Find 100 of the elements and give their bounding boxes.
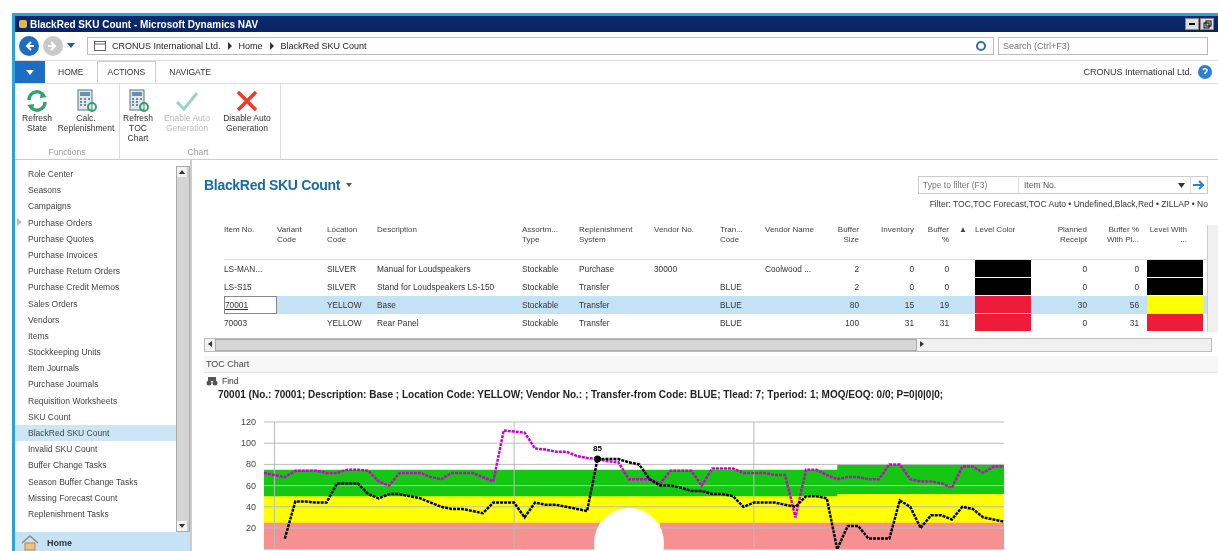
menu-button[interactable] xyxy=(15,61,45,83)
company-name: CRONUS International Ltd. xyxy=(1083,67,1192,77)
breadcrumb[interactable]: BlackRed SKU Count xyxy=(280,41,367,51)
nav-item[interactable]: Requisition Worksheets xyxy=(15,392,176,409)
home-button[interactable]: Home xyxy=(15,532,190,551)
column-header[interactable]: Assortm... Type xyxy=(522,225,579,245)
filter-field[interactable]: Type to filter (F3) xyxy=(918,176,1018,194)
nav-item[interactable]: Campaigns xyxy=(15,198,176,215)
ribbon-tab[interactable]: ACTIONS xyxy=(96,61,157,83)
ribbon-tab[interactable]: NAVIGATE xyxy=(158,61,222,83)
nav-item[interactable]: Sales Orders xyxy=(15,295,176,312)
nav-item[interactable]: Season Buffer Change Tasks xyxy=(15,473,176,490)
column-header[interactable]: Replenishment System xyxy=(579,225,654,245)
scroll-left-icon[interactable] xyxy=(205,339,215,350)
ribbon-action[interactable]: Disable Auto Generation xyxy=(218,88,276,144)
ribbon-action[interactable]: Refresh TOC Chart xyxy=(120,88,156,144)
nav-item[interactable]: Items xyxy=(15,327,176,345)
axis-tick-label: 40 xyxy=(246,501,256,512)
ribbon-action[interactable]: Calc. Replenishment xyxy=(57,88,115,134)
nav-item[interactable]: Role Center xyxy=(15,166,176,183)
apply-filter-button[interactable] xyxy=(1190,176,1208,194)
nav-item[interactable]: Stockkeeping Units xyxy=(15,344,176,361)
refresh-icon[interactable] xyxy=(975,40,987,52)
search-field[interactable]: Search (Ctrl+F3) xyxy=(998,37,1208,55)
chevron-icon xyxy=(268,42,275,50)
caret-icon xyxy=(1178,182,1185,188)
minimize-button[interactable] xyxy=(1185,18,1199,30)
data-label: 85 xyxy=(593,444,602,463)
column-header[interactable]: Item No. xyxy=(224,225,277,235)
minimize-icon xyxy=(1189,23,1195,25)
caret-icon xyxy=(26,69,34,75)
caret-icon[interactable] xyxy=(346,183,353,187)
breadcrumb[interactable]: CRONUS International Ltd. xyxy=(112,41,221,51)
table-row[interactable]: LS-S15 SILVER Stand for Loudspeakers LS-150 Stockable Transfer BLUE 2 0 0 0 0 xyxy=(224,278,1207,297)
address-field[interactable]: CRONUS International Ltd. Home BlackRed SKU Count xyxy=(87,37,994,55)
window-title: BlackRed SKU Count - Microsoft Dynamics NAV xyxy=(30,18,260,30)
nav-item[interactable]: Invalid SKU Count xyxy=(15,441,176,458)
binoculars-icon xyxy=(206,376,218,386)
nav-item[interactable]: Purchase Orders xyxy=(15,214,176,231)
scrollbar[interactable] xyxy=(1207,225,1218,333)
table-row[interactable]: LS-MAN... SILVER Manual for Loudspeakers Stockable Purchase 30000 Coolwood ... 2 0 0 0 0 xyxy=(224,260,1207,279)
column-header[interactable]: Variant Code xyxy=(277,225,327,245)
annotation: 85 xyxy=(593,444,603,454)
scrollbar[interactable] xyxy=(176,166,190,532)
scroll-up-icon[interactable] xyxy=(177,167,187,177)
nav-item[interactable]: BlackRed SKU Count xyxy=(15,425,176,442)
breadcrumb[interactable]: Home xyxy=(238,41,263,51)
app-icon xyxy=(19,20,27,28)
column-header[interactable]: Level Color xyxy=(975,225,1037,235)
nav-item[interactable]: Purchase Invoices xyxy=(15,246,176,264)
column-header[interactable]: Vendor Name xyxy=(765,225,827,235)
column-header[interactable]: ▲ xyxy=(957,225,975,235)
column-header[interactable]: Buffer Size xyxy=(827,225,867,245)
axis-tick-label: 100 xyxy=(240,438,256,449)
part-header: TOC Chart xyxy=(204,356,1218,373)
nav-item[interactable]: Vendors xyxy=(15,311,176,328)
nav-item[interactable]: Purchase Quotes xyxy=(15,230,176,247)
column-header[interactable]: Level With ... xyxy=(1147,225,1195,245)
page-icon xyxy=(94,41,106,51)
group-label: Chart xyxy=(187,147,209,159)
find-button[interactable]: Find xyxy=(204,373,1218,389)
column-header[interactable]: Planned Receipt xyxy=(1037,225,1095,245)
scroll-right-icon[interactable] xyxy=(917,339,927,350)
nav-item[interactable]: SKU Count xyxy=(15,408,176,425)
table-row[interactable]: 70001 YELLOW Base Stockable Transfer BLUE 80 15 19 30 56 xyxy=(224,296,1207,315)
table-row[interactable]: 70003 YELLOW Rear Panel Stockable Transfer BLUE 100 31 31 0 31 xyxy=(224,314,1207,333)
group-label: Functions xyxy=(48,147,86,159)
column-header[interactable]: Location Code xyxy=(327,225,377,245)
ribbon-action[interactable]: Refresh State xyxy=(19,88,55,134)
column-header[interactable]: Description xyxy=(377,225,522,235)
nav-item[interactable]: Item Journals xyxy=(15,360,176,377)
column-header[interactable]: Inventory xyxy=(867,225,922,235)
chart-heading: 70001 (No.: 70001; Description: Base ; Location Code: YELLOW; Vendor No.: ; Transfer-from Code: BLUE; Tlead: 7; Tperiod: 1; MOQ/EOQ: 0/0; P=0|0|0|0; xyxy=(217,389,945,400)
house-icon xyxy=(21,535,39,551)
back-button[interactable] xyxy=(19,36,39,56)
nav-item[interactable]: Replenishment Tasks xyxy=(15,505,176,523)
chevron-icon xyxy=(226,42,233,50)
axis-tick-label: 60 xyxy=(246,480,256,491)
column-header[interactable]: Tran... Code xyxy=(720,225,765,245)
scroll-down-icon[interactable] xyxy=(177,521,187,531)
filter-column-dropdown[interactable]: Item No. xyxy=(1018,176,1190,194)
column-header[interactable]: Buffer % With Pl... xyxy=(1095,225,1147,245)
help-icon[interactable] xyxy=(1198,65,1212,79)
nav-item[interactable]: Purchase Return Orders xyxy=(15,263,176,280)
restore-button[interactable] xyxy=(1200,18,1214,30)
column-header[interactable]: Buffer % xyxy=(922,225,957,245)
refresh-icon xyxy=(24,88,50,114)
axis-tick-label: 120 xyxy=(240,417,256,427)
expand-arrow-icon xyxy=(17,217,22,226)
nav-item[interactable]: Purchase Journals xyxy=(15,376,176,393)
page-title[interactable]: BlackRed SKU Count xyxy=(204,177,341,193)
nav-item[interactable]: Seasons xyxy=(15,182,176,199)
column-header[interactable]: Vendor No. xyxy=(654,225,720,235)
caret-icon[interactable] xyxy=(67,43,75,49)
nav-item[interactable]: Purchase Credit Memos xyxy=(15,279,176,296)
nav-item[interactable]: Missing Forecast Count xyxy=(15,489,176,506)
ribbon-tab[interactable]: HOME xyxy=(47,61,95,83)
scrollbar[interactable] xyxy=(204,338,1212,352)
nav-item[interactable]: Buffer Change Tasks xyxy=(15,457,176,474)
filter-summary: Filter: TOC,TOC Forecast,TOC Auto • Undefined,Black,Red • ZILLAP • No xyxy=(929,199,1208,209)
